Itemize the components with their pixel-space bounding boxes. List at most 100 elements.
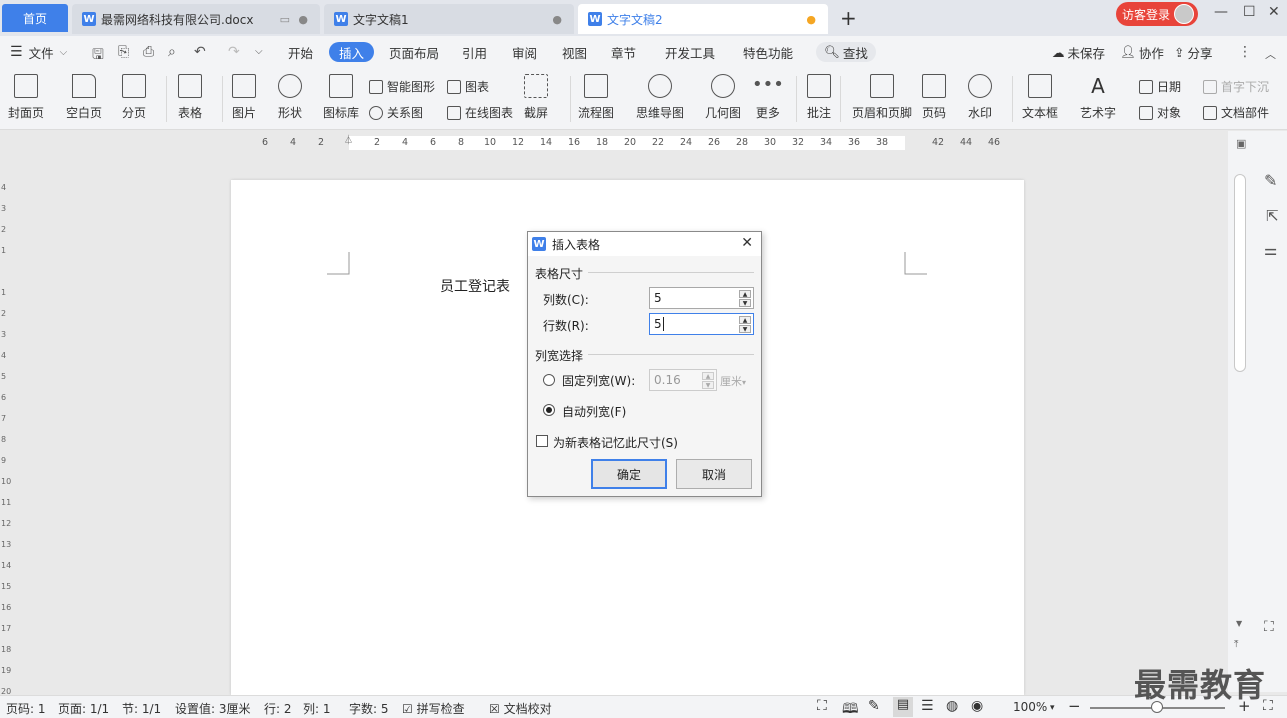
auto-width-radio[interactable] (543, 404, 555, 416)
watermark-button[interactable]: 水印 (968, 74, 992, 121)
scroll-up-icon[interactable]: ▣ (1236, 137, 1246, 150)
collapse-ribbon-icon[interactable]: ︿ (1265, 46, 1276, 62)
file-menu[interactable]: ☰ 文件 ⌵ (10, 42, 67, 62)
menu-view[interactable]: 视图 (562, 42, 587, 62)
tab-doc2[interactable]: W 文字文稿1 ● (324, 4, 574, 34)
scroll-down-icon[interactable]: ▼ (1236, 619, 1242, 628)
undo-icon[interactable]: ↶ (194, 44, 206, 60)
ok-button[interactable]: 确定 (591, 459, 667, 489)
chevron-down-icon[interactable]: ▾ (1050, 703, 1055, 713)
close-icon[interactable]: ✕ (741, 235, 753, 251)
web-view-icon[interactable]: ◍ (946, 698, 958, 714)
menu-devtools[interactable]: 开发工具 (665, 42, 715, 62)
indent-marker-icon[interactable]: ⏃ (344, 133, 353, 146)
remember-size-checkbox[interactable] (536, 435, 548, 447)
settings-sliders-icon[interactable]: ⚌ (1264, 241, 1277, 259)
cover-page-button[interactable]: 封面页 (8, 74, 44, 121)
vertical-ruler[interactable]: 4 3 2 1 1 2 3 4 5 6 7 8 9 10 11 12 13 14 15 16 17 18 19 20 (0, 155, 12, 696)
tab-home[interactable]: 首页 (2, 4, 68, 32)
chart-button[interactable]: 图表 (447, 78, 489, 95)
doc-parts-button[interactable]: 文档部件 (1203, 104, 1269, 121)
menu-review[interactable]: 审阅 (512, 42, 537, 62)
document-text[interactable]: 员工登记表 (440, 276, 510, 296)
edit-pen-icon[interactable]: ✎ (1264, 171, 1277, 190)
share-button[interactable]: ⇪ 分享 (1174, 42, 1213, 62)
icon-library-button[interactable]: 图标库 (323, 74, 359, 121)
edit-mode-icon[interactable]: ✎ (868, 698, 880, 714)
doc-proof-button[interactable]: ☒ 文档校对 (489, 700, 552, 717)
more-vertical-icon[interactable]: ⋮ (1238, 44, 1252, 60)
print-preview-icon[interactable]: ⌕ (168, 44, 176, 60)
smart-graphic-button[interactable]: 智能图形 (369, 78, 435, 95)
horizontal-ruler[interactable]: 6 4 2 2 4 6 8 10 12 14 16 18 20 22 24 26 28 30 32 34 36 38 42 4… (0, 131, 1228, 153)
eye-protection-icon[interactable]: ◉ (971, 698, 983, 714)
dropcap-button[interactable]: 首字下沉 (1203, 78, 1269, 95)
cancel-button[interactable]: 取消 (676, 459, 752, 489)
date-button[interactable]: 日期 (1139, 78, 1181, 95)
status-row[interactable]: 行: 2 (264, 700, 292, 717)
login-button[interactable]: 访客登录 (1116, 2, 1198, 26)
menu-layout[interactable]: 页面布局 (389, 42, 439, 62)
spin-up-icon[interactable]: ▲ (702, 372, 714, 380)
status-setting[interactable]: 设置值: 3厘米 (175, 700, 251, 717)
spell-check-button[interactable]: ☑ 拼写检查 (402, 700, 465, 717)
spin-down-icon[interactable]: ▼ (702, 381, 714, 389)
cols-stepper[interactable]: 5 ▲ ▼ (649, 287, 754, 309)
collab-button[interactable]: 👤︎ 协作 (1120, 42, 1164, 62)
redo-icon[interactable]: ↷ (228, 44, 240, 60)
tab-doc1[interactable]: W 最需网络科技有限公司.docx ▭ ● (72, 4, 320, 34)
spin-down-icon[interactable]: ▼ (739, 299, 751, 307)
page-number-button[interactable]: 页码 (922, 74, 946, 121)
menu-insert[interactable]: 插入 (329, 42, 375, 62)
save-icon[interactable]: 🖫 (92, 44, 104, 68)
zoom-out-icon[interactable]: − (1068, 697, 1081, 715)
picture-button[interactable]: 图片 (232, 74, 256, 121)
status-section[interactable]: 节: 1/1 (122, 700, 161, 717)
status-words[interactable]: 字数: 5 (349, 700, 389, 717)
more-button[interactable]: ••• 更多 (752, 74, 784, 121)
select-cursor-icon[interactable]: ⇱ (1266, 207, 1279, 225)
relation-chart-button[interactable]: 关系图 (369, 104, 423, 121)
menu-reference[interactable]: 引用 (462, 42, 487, 62)
search-button[interactable]: 🔍︎ 查找 (816, 42, 876, 62)
new-tab-button[interactable]: + (840, 6, 857, 30)
table-button[interactable]: 表格 (178, 74, 202, 121)
close-dot-icon[interactable]: ● (552, 13, 562, 26)
dialog-titlebar[interactable]: W 插入表格 ✕ (528, 232, 761, 256)
geometry-button[interactable]: 几何图 (705, 74, 741, 121)
focus-mode-icon[interactable]: ⛶ (817, 698, 827, 714)
format-painter-icon[interactable]: ⎘ (118, 44, 129, 60)
menu-start[interactable]: 开始 (288, 42, 313, 62)
spin-down-icon[interactable]: ▼ (739, 325, 751, 333)
status-col[interactable]: 列: 1 (303, 700, 331, 717)
fixed-width-radio[interactable] (543, 374, 555, 386)
unsaved-status[interactable]: ☁ 未保存 (1052, 42, 1105, 62)
menu-chapter[interactable]: 章节 (611, 42, 636, 62)
page-break-button[interactable]: 分页 (122, 74, 146, 121)
screenshot-button[interactable]: 截屏 (524, 74, 548, 121)
close-dot-icon[interactable]: ● (298, 13, 308, 26)
spin-up-icon[interactable]: ▲ (739, 290, 751, 298)
print-icon[interactable]: ⎙ (143, 44, 154, 60)
status-page[interactable]: 页面: 1/1 (58, 700, 109, 717)
close-icon[interactable]: ✕ (1268, 4, 1280, 20)
unit-select[interactable]: 厘米▾ (720, 373, 746, 389)
prev-page-icon[interactable]: ⤒ (1234, 639, 1238, 650)
header-footer-button[interactable]: 页眉和页脚 (852, 74, 912, 121)
flowchart-button[interactable]: 流程图 (578, 74, 614, 121)
page-view-icon[interactable]: ▤ (893, 697, 913, 717)
shape-button[interactable]: 形状 (278, 74, 302, 121)
minimize-icon[interactable]: — (1214, 4, 1228, 20)
fixed-width-input[interactable]: 0.16 ▲ ▼ (649, 369, 717, 391)
status-page-code[interactable]: 页码: 1 (6, 700, 46, 717)
outline-view-icon[interactable]: ☰ (921, 698, 934, 714)
mindmap-button[interactable]: 思维导图 (636, 74, 684, 121)
menu-features[interactable]: 特色功能 (743, 42, 793, 62)
object-button[interactable]: 对象 (1139, 104, 1181, 121)
online-chart-button[interactable]: 在线图表 (447, 104, 513, 121)
blank-page-button[interactable]: 空白页 (66, 74, 102, 121)
tab-doc3[interactable]: W 文字文稿2 ● (578, 4, 828, 34)
zoom-level[interactable]: 100% (1013, 700, 1047, 714)
unsaved-dot-icon[interactable]: ● (806, 13, 816, 26)
maximize-icon[interactable]: ☐ (1243, 4, 1256, 20)
